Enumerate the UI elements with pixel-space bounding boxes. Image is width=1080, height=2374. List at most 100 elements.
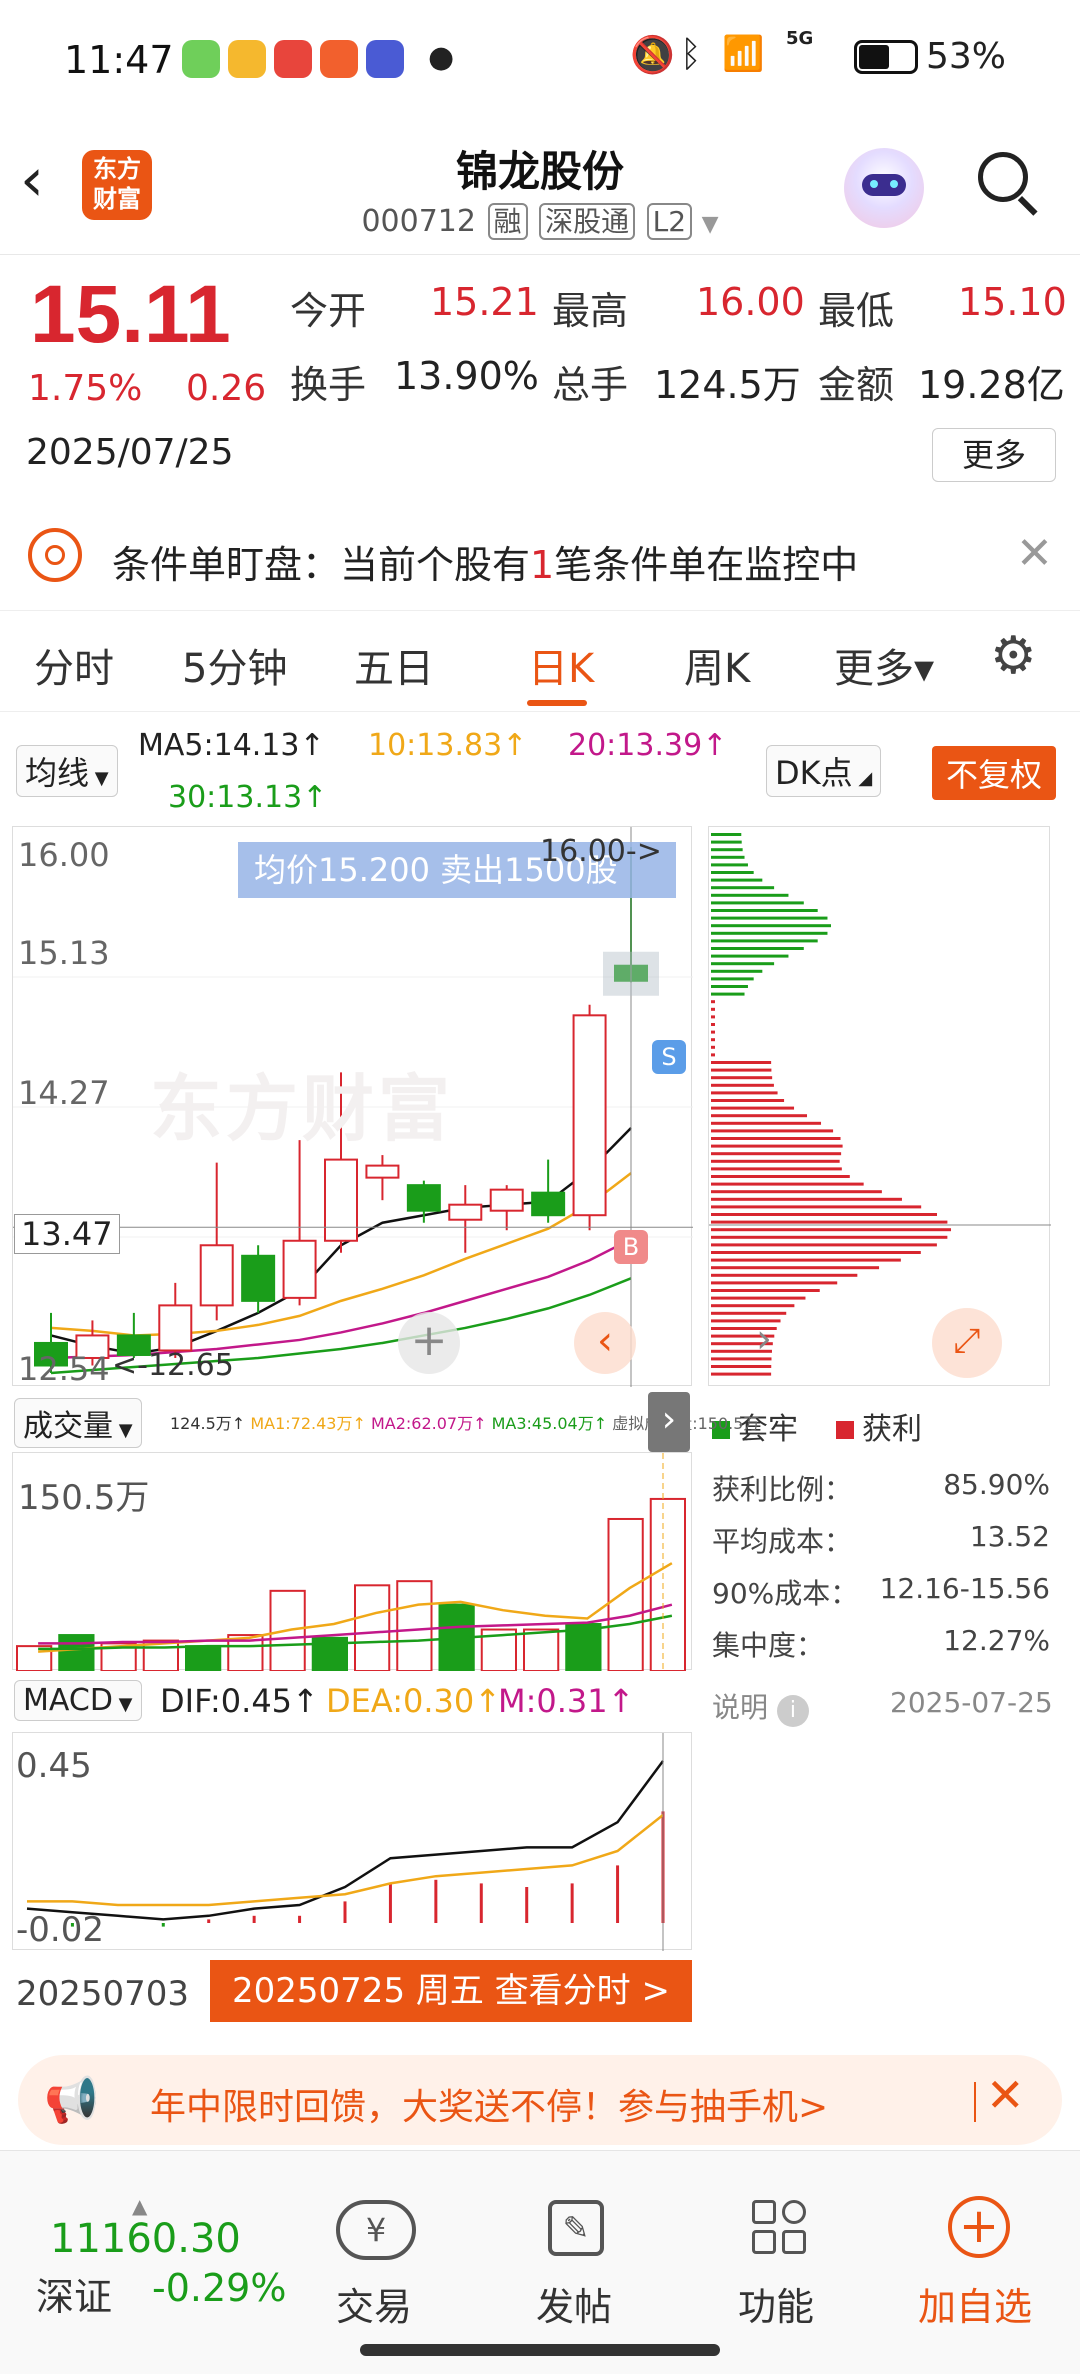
chip-bar <box>711 1167 842 1171</box>
chip-note-link[interactable]: 说明 i <box>712 1686 809 1727</box>
chip-bar <box>711 1273 858 1277</box>
volume-bar <box>523 1628 560 1671</box>
search-icon[interactable] <box>978 152 1038 216</box>
chip-bar <box>711 901 804 905</box>
index-value[interactable]: 11160.30 <box>50 2216 241 2262</box>
tab-daily-k[interactable]: 日K <box>528 636 594 694</box>
index-name[interactable]: 深证 <box>36 2266 112 2321</box>
macd-dea: DEA:0.30↑ <box>326 1682 502 1720</box>
candle-body <box>531 1191 566 1217</box>
nav-functions[interactable]: 功能 <box>738 2276 814 2331</box>
sell-marker[interactable]: S <box>652 1040 686 1074</box>
network-type: 5G <box>786 28 814 49</box>
chip-distribution[interactable] <box>708 826 1051 1386</box>
chip-bar <box>711 1038 715 1042</box>
y-label-3: 14.27 <box>18 1074 110 1112</box>
trade-icon[interactable]: ¥ <box>336 2200 416 2260</box>
index-change[interactable]: -0.29% <box>152 2266 286 2310</box>
chip-bar <box>711 1235 948 1239</box>
add-watchlist-icon[interactable]: + <box>948 2196 1010 2258</box>
dk-point-selector[interactable]: DK点 ◢ <box>766 745 882 797</box>
high-value: 16.00 <box>696 280 805 324</box>
view-intraday-button[interactable]: 20250725 周五 查看分时 > <box>210 1960 692 2022</box>
candle-body <box>448 1203 483 1221</box>
chip-bar <box>711 833 742 836</box>
macd-dif-line <box>26 1760 665 1921</box>
chip-bar <box>711 1030 715 1034</box>
ma-selector[interactable]: 均线 ▼ <box>16 745 118 797</box>
expand-panel-icon[interactable]: › <box>648 1392 690 1452</box>
chip-bar <box>711 1000 715 1004</box>
chip-bar <box>711 1175 850 1178</box>
nav-trade[interactable]: 交易 <box>336 2276 412 2331</box>
y-label-bottom: 12.54 <box>18 1350 110 1388</box>
tag-l2: L2 <box>646 203 693 240</box>
chip-bar <box>711 977 754 981</box>
chip-row-concentration: 集中度： 12.27% <box>712 1624 1050 1662</box>
scroll-left-icon[interactable]: ‹ <box>574 1312 636 1374</box>
mail-app-icon <box>228 40 266 78</box>
chip-bar <box>711 1045 715 1049</box>
settings-gear-icon[interactable]: ⚙ <box>990 630 1037 682</box>
promo-close-icon[interactable]: ✕ <box>986 2068 1025 2122</box>
tab-weekly-k[interactable]: 周K <box>684 636 750 694</box>
macd-selector[interactable]: MACD ▼ <box>14 1680 142 1721</box>
chip-bar <box>711 1007 715 1011</box>
nav-add-watchlist[interactable]: 加自选 <box>918 2276 1032 2331</box>
expand-icon[interactable]: ⤢ <box>932 1308 1002 1378</box>
robot-assistant-avatar[interactable] <box>844 148 924 228</box>
chip-bar <box>711 1251 921 1254</box>
ma30-value: 30:13.13↑ <box>168 780 328 815</box>
bluetooth-icon: ᛒ <box>680 34 702 75</box>
volume-bar <box>649 1497 686 1671</box>
chip-bar <box>711 1304 795 1308</box>
chip-bar <box>711 1152 842 1156</box>
candle-body <box>199 1244 234 1307</box>
chip-bar <box>711 1289 820 1292</box>
tab-intraday[interactable]: 分时 <box>34 636 114 694</box>
chip-legend-profit: 获利 <box>836 1404 922 1448</box>
expand-up-icon[interactable]: ▲ <box>132 2194 147 2218</box>
chip-bar <box>711 1121 822 1125</box>
chip-bar <box>711 947 804 950</box>
chip-scroll-icon[interactable]: › <box>756 1316 772 1362</box>
chip-bar <box>711 855 745 859</box>
tab-5day[interactable]: 五日 <box>354 636 434 694</box>
chip-bar <box>711 893 789 897</box>
macd-chart[interactable] <box>12 1732 692 1951</box>
tab-more[interactable]: 更多▾ <box>834 636 934 694</box>
chip-bar <box>711 1311 787 1315</box>
buy-marker[interactable]: B <box>614 1230 648 1264</box>
volume-selector[interactable]: 成交量 ▼ <box>14 1398 142 1448</box>
tag-shenguotong: 深股通 <box>539 203 636 240</box>
chip-bar <box>711 1296 806 1300</box>
amount-value: 19.28亿 <box>918 363 1065 407</box>
status-time: 11:47 <box>64 38 174 82</box>
feishu-app-icon <box>320 40 358 78</box>
more-quote-button[interactable]: 更多 <box>932 428 1056 482</box>
chip-bar <box>711 1129 834 1133</box>
chip-date: 2025-07-25 <box>890 1686 1053 1719</box>
nav-post[interactable]: 发帖 <box>536 2276 612 2331</box>
tab-5min[interactable]: 5分钟 <box>182 636 287 694</box>
chip-bar <box>711 1091 778 1095</box>
mute-icon: 🔕 <box>630 35 675 76</box>
chip-bar <box>711 1182 864 1186</box>
chip-row-avg-cost: 平均成本： 13.52 <box>712 1520 1050 1558</box>
yunshanfu-app-icon <box>274 40 312 78</box>
active-tab-indicator <box>527 700 587 706</box>
volume-bar <box>354 1584 391 1671</box>
functions-grid-icon[interactable] <box>752 2200 810 2258</box>
crosshair-plus-icon[interactable]: + <box>398 1312 460 1374</box>
battery-icon <box>854 40 918 74</box>
chip-bar <box>711 1137 841 1140</box>
tieba-app-icon <box>366 40 404 78</box>
post-edit-icon[interactable]: ✎ <box>548 2200 604 2256</box>
adjust-price-button[interactable]: 不复权 <box>932 746 1057 800</box>
close-icon[interactable]: ✕ <box>1016 528 1053 579</box>
chip-bar <box>711 1083 774 1087</box>
chip-bar <box>711 1190 882 1194</box>
chip-bar <box>711 1220 948 1224</box>
volume-bar <box>607 1517 644 1671</box>
macd-bottom-label: -0.02 <box>16 1910 104 1950</box>
